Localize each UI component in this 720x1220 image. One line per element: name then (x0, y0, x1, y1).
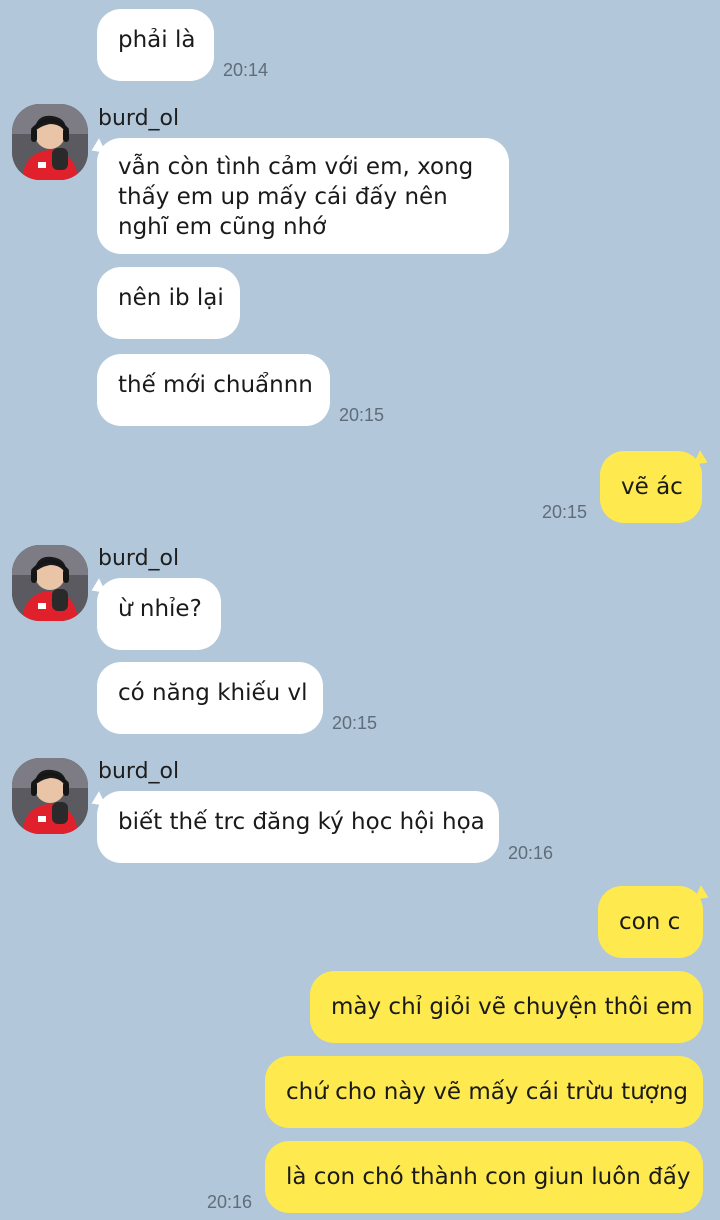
sender-name: burd_ol (98, 759, 180, 784)
message-text: biết thế trc đăng ký học hội họa (118, 809, 485, 835)
message-text: có năng khiếu vl (118, 680, 308, 706)
message-text: nên ib lại (118, 285, 224, 311)
outgoing-message-bubble[interactable]: vẽ ác (600, 451, 702, 523)
outgoing-message-bubble[interactable]: mày chỉ giỏi vẽ chuyện thôi em (310, 971, 703, 1043)
message-text: vẫn còn tình cảm với em, xong thấy em up… (118, 154, 474, 240)
message-timestamp: 20:14 (223, 60, 269, 80)
message-text: thế mới chuẩnnn (118, 372, 313, 398)
sender-avatar[interactable] (12, 758, 88, 834)
incoming-message-bubble[interactable]: vẫn còn tình cảm với em, xong thấy em up… (97, 138, 509, 254)
sender-name: burd_ol (98, 106, 180, 131)
message-text: ừ nhỉe? (118, 596, 202, 622)
sender-avatar[interactable] (12, 545, 88, 621)
outgoing-message-bubble[interactable]: con c (598, 886, 703, 958)
sender-avatar[interactable] (12, 104, 88, 180)
message-text: chứ cho này vẽ mấy cái trừu tượng (286, 1079, 689, 1105)
incoming-message-bubble[interactable]: phải là (97, 9, 214, 81)
message-timestamp: 20:16 (207, 1192, 253, 1212)
message-timestamp: 20:16 (508, 843, 554, 863)
message-timestamp: 20:15 (339, 405, 385, 425)
message-text: vẽ ác (621, 474, 683, 500)
incoming-message-bubble[interactable]: thế mới chuẩnnn (97, 354, 330, 426)
outgoing-message-bubble[interactable]: chứ cho này vẽ mấy cái trừu tượng (265, 1056, 703, 1128)
profile-photo-avatar-icon (12, 758, 88, 834)
message-text: phải là (118, 27, 196, 53)
sender-name: burd_ol (98, 546, 180, 571)
incoming-message-bubble[interactable]: nên ib lại (97, 267, 240, 339)
message-timestamp: 20:15 (542, 502, 588, 522)
message-text: mày chỉ giỏi vẽ chuyện thôi em (331, 994, 693, 1020)
message-text: con c (619, 909, 681, 935)
incoming-message-bubble[interactable]: ừ nhỉe? (97, 578, 221, 650)
incoming-message-bubble[interactable]: có năng khiếu vl (97, 662, 323, 734)
message-text: là con chó thành con giun luôn đấy (286, 1164, 691, 1190)
message-timestamp: 20:15 (332, 713, 378, 733)
incoming-message-bubble[interactable]: biết thế trc đăng ký học hội họa (97, 791, 499, 863)
profile-photo-avatar-icon (12, 104, 88, 180)
profile-photo-avatar-icon (12, 545, 88, 621)
outgoing-message-bubble[interactable]: là con chó thành con giun luôn đấy (265, 1141, 703, 1213)
